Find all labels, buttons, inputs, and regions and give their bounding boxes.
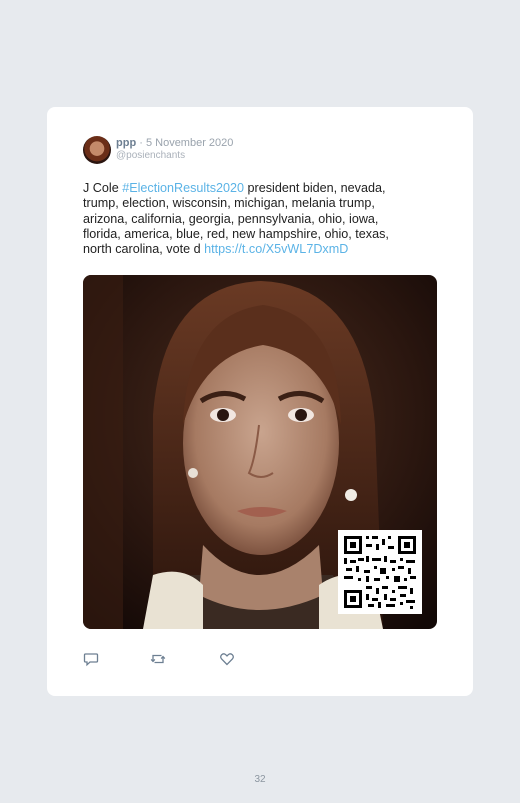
qr-code (338, 530, 422, 614)
tweet-header: ppp · 5 November 2020 (116, 137, 233, 149)
display-name[interactable]: ppp (116, 137, 136, 149)
tweet-text: J Cole #ElectionResults2020 president bi… (83, 181, 418, 257)
reply-icon[interactable] (83, 651, 99, 667)
tweet-media-image[interactable] (83, 275, 437, 629)
header-separator: · (136, 137, 146, 149)
retweet-icon[interactable] (150, 651, 166, 667)
tweet-card: ppp · 5 November 2020 @posienchants J Co… (47, 107, 473, 696)
heart-icon[interactable] (219, 651, 235, 667)
tweet-actions (83, 651, 283, 667)
page-number: 32 (254, 774, 266, 785)
avatar[interactable] (83, 136, 111, 164)
hashtag-link[interactable]: #ElectionResults2020 (122, 181, 244, 195)
user-handle[interactable]: @posienchants (116, 150, 185, 161)
tweet-date[interactable]: 5 November 2020 (146, 137, 233, 149)
tweet-text-prefix: J Cole (83, 181, 123, 195)
qr-code-graphic (344, 536, 416, 609)
tweet-url-link[interactable]: https://t.co/X5vWL7DxmD (204, 242, 348, 256)
